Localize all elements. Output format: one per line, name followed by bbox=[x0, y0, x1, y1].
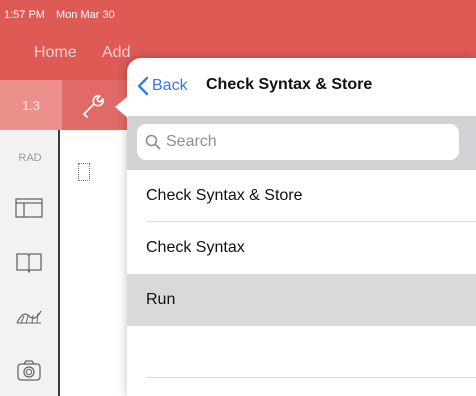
status-date: Mon Mar 30 bbox=[56, 9, 115, 21]
list-item-label: Check Syntax & Store bbox=[146, 187, 303, 204]
popover-header: Back Check Syntax & Store bbox=[127, 58, 476, 116]
list-item-check-syntax-store[interactable]: Check Syntax & Store bbox=[127, 170, 476, 222]
graph-icon[interactable] bbox=[14, 304, 44, 330]
page-tab-label: 1.3 bbox=[21, 97, 41, 113]
search-bar bbox=[127, 116, 476, 170]
page-tab[interactable]: 1.3 bbox=[0, 80, 62, 130]
search-icon bbox=[145, 134, 161, 150]
math-input-box[interactable] bbox=[78, 163, 90, 181]
back-label: Back bbox=[152, 77, 188, 94]
list-item-label: Check Syntax bbox=[146, 239, 245, 256]
list-item-empty[interactable] bbox=[127, 326, 476, 378]
search-field[interactable] bbox=[137, 124, 459, 160]
camera-icon[interactable] bbox=[14, 358, 44, 384]
row-divider bbox=[146, 377, 476, 378]
angle-mode-label: RAD bbox=[18, 152, 42, 164]
list-item-label: Run bbox=[146, 291, 176, 308]
wrench-icon[interactable] bbox=[80, 92, 106, 118]
chevron-left-icon bbox=[137, 76, 149, 96]
status-time: 1:57 PM bbox=[4, 9, 45, 21]
back-button[interactable]: Back bbox=[137, 74, 188, 98]
tools-popover: Back Check Syntax & Store Check Syntax &… bbox=[127, 58, 476, 396]
search-input[interactable] bbox=[166, 133, 446, 151]
layout-icon[interactable] bbox=[14, 196, 44, 222]
popover-arrow bbox=[115, 96, 128, 118]
list-item-run[interactable]: Run bbox=[127, 274, 476, 326]
command-list: Check Syntax & Store Check Syntax Run bbox=[127, 170, 476, 378]
list-item-check-syntax[interactable]: Check Syntax bbox=[127, 222, 476, 274]
status-bar: 1:57 PM Mon Mar 30 bbox=[4, 9, 123, 21]
popover-title: Check Syntax & Store bbox=[206, 76, 373, 93]
book-icon[interactable] bbox=[14, 250, 44, 276]
menu-home[interactable]: Home bbox=[34, 44, 77, 62]
